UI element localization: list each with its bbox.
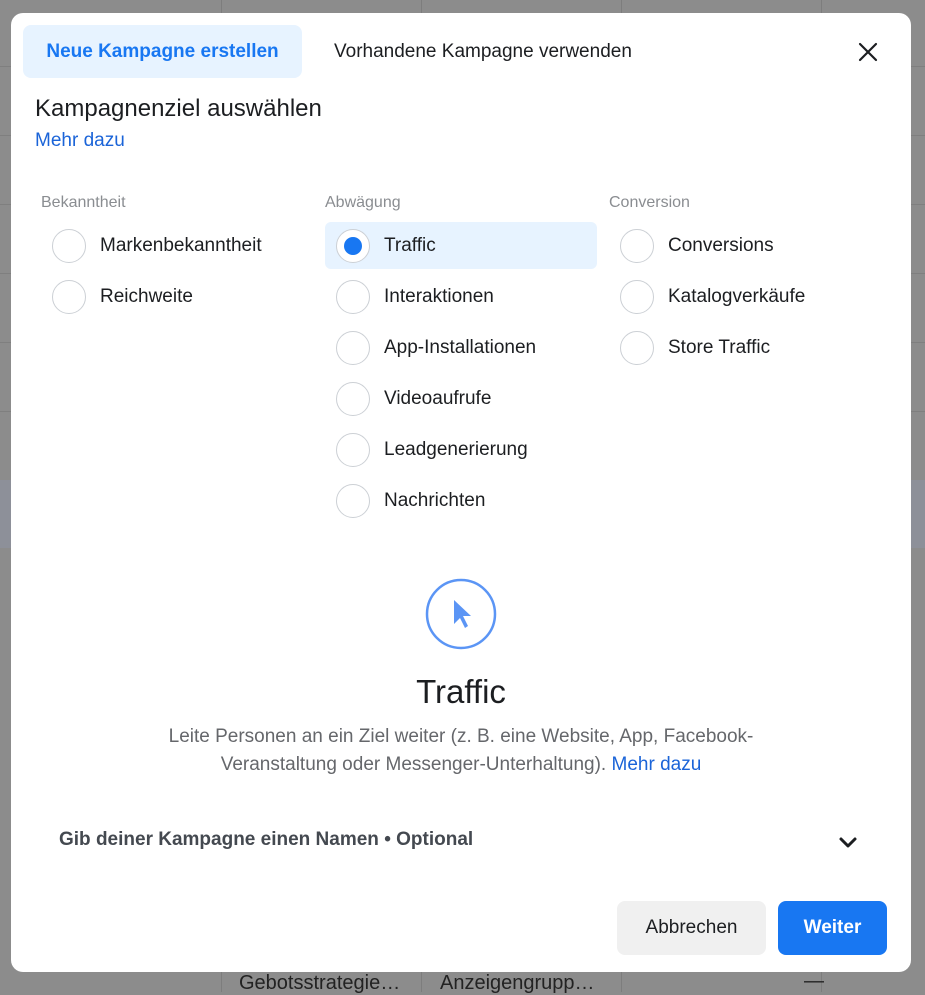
option-label: App-Installationen <box>384 336 537 358</box>
close-button[interactable] <box>853 37 883 67</box>
radio-button[interactable] <box>336 432 370 467</box>
option-traffic[interactable]: Traffic <box>325 222 597 269</box>
option-reichweite[interactable]: Reichweite <box>41 273 313 320</box>
option-label: Traffic <box>384 234 436 256</box>
option-label: Videoaufrufe <box>384 387 492 409</box>
tab-new-campaign[interactable]: Neue Kampagne erstellen <box>23 25 302 78</box>
option-videoaufrufe[interactable]: Videoaufrufe <box>325 375 597 422</box>
tab-existing-campaign[interactable]: Vorhandene Kampagne verwenden <box>334 25 632 78</box>
option-katalogverkaeufe[interactable]: Katalogverkäufe <box>609 273 881 320</box>
column-heading-awareness: Bekanntheit <box>41 194 126 211</box>
option-app-installationen[interactable]: App-Installationen <box>325 324 597 371</box>
dialog-title: Kampagnenziel auswählen <box>35 95 322 122</box>
objective-title: Traffic <box>416 673 506 710</box>
chevron-down-icon <box>839 837 857 848</box>
cursor-pointer-icon <box>425 578 497 650</box>
radio-button-selected[interactable] <box>336 228 370 263</box>
option-interaktionen[interactable]: Interaktionen <box>325 273 597 320</box>
column-heading-consideration: Abwägung <box>325 194 401 211</box>
radio-button[interactable] <box>620 330 654 365</box>
option-label: Conversions <box>668 234 774 256</box>
radio-button[interactable] <box>336 330 370 365</box>
option-store-traffic[interactable]: Store Traffic <box>609 324 881 371</box>
option-label: Markenbekanntheit <box>100 234 262 256</box>
campaign-objective-dialog: Neue Kampagne erstellen Vorhandene Kampa… <box>11 13 911 972</box>
option-label: Reichweite <box>100 285 193 307</box>
radio-dot <box>344 236 362 255</box>
option-label: Leadgenerierung <box>384 438 528 460</box>
next-button[interactable]: Weiter <box>778 901 887 955</box>
radio-button[interactable] <box>336 381 370 416</box>
column-heading-conversion: Conversion <box>609 194 690 211</box>
description-learn-more-link[interactable]: Mehr dazu <box>612 754 702 775</box>
cancel-button[interactable]: Abbrechen <box>617 901 766 955</box>
learn-more-link[interactable]: Mehr dazu <box>35 130 125 152</box>
radio-button[interactable] <box>336 279 370 314</box>
option-label: Interaktionen <box>384 285 494 307</box>
radio-button[interactable] <box>336 483 370 518</box>
radio-button[interactable] <box>52 279 86 314</box>
option-label: Nachrichten <box>384 489 486 511</box>
radio-button[interactable] <box>620 279 654 314</box>
background-cell: — <box>804 970 824 992</box>
option-conversions[interactable]: Conversions <box>609 222 881 269</box>
option-markenbekanntheit[interactable]: Markenbekanntheit <box>41 222 313 269</box>
option-leadgenerierung[interactable]: Leadgenerierung <box>325 426 597 473</box>
option-label: Store Traffic <box>668 336 771 358</box>
close-icon <box>858 42 878 62</box>
expand-campaign-name-button[interactable] <box>837 831 859 853</box>
campaign-name-section-label[interactable]: Gib deiner Kampagne einen Namen • Option… <box>59 829 473 851</box>
objective-description: Leite Personen an ein Ziel weiter (z. B.… <box>121 723 801 779</box>
option-nachrichten[interactable]: Nachrichten <box>325 477 597 524</box>
radio-button[interactable] <box>620 228 654 263</box>
option-label: Katalogverkäufe <box>668 285 806 307</box>
radio-button[interactable] <box>52 228 86 263</box>
